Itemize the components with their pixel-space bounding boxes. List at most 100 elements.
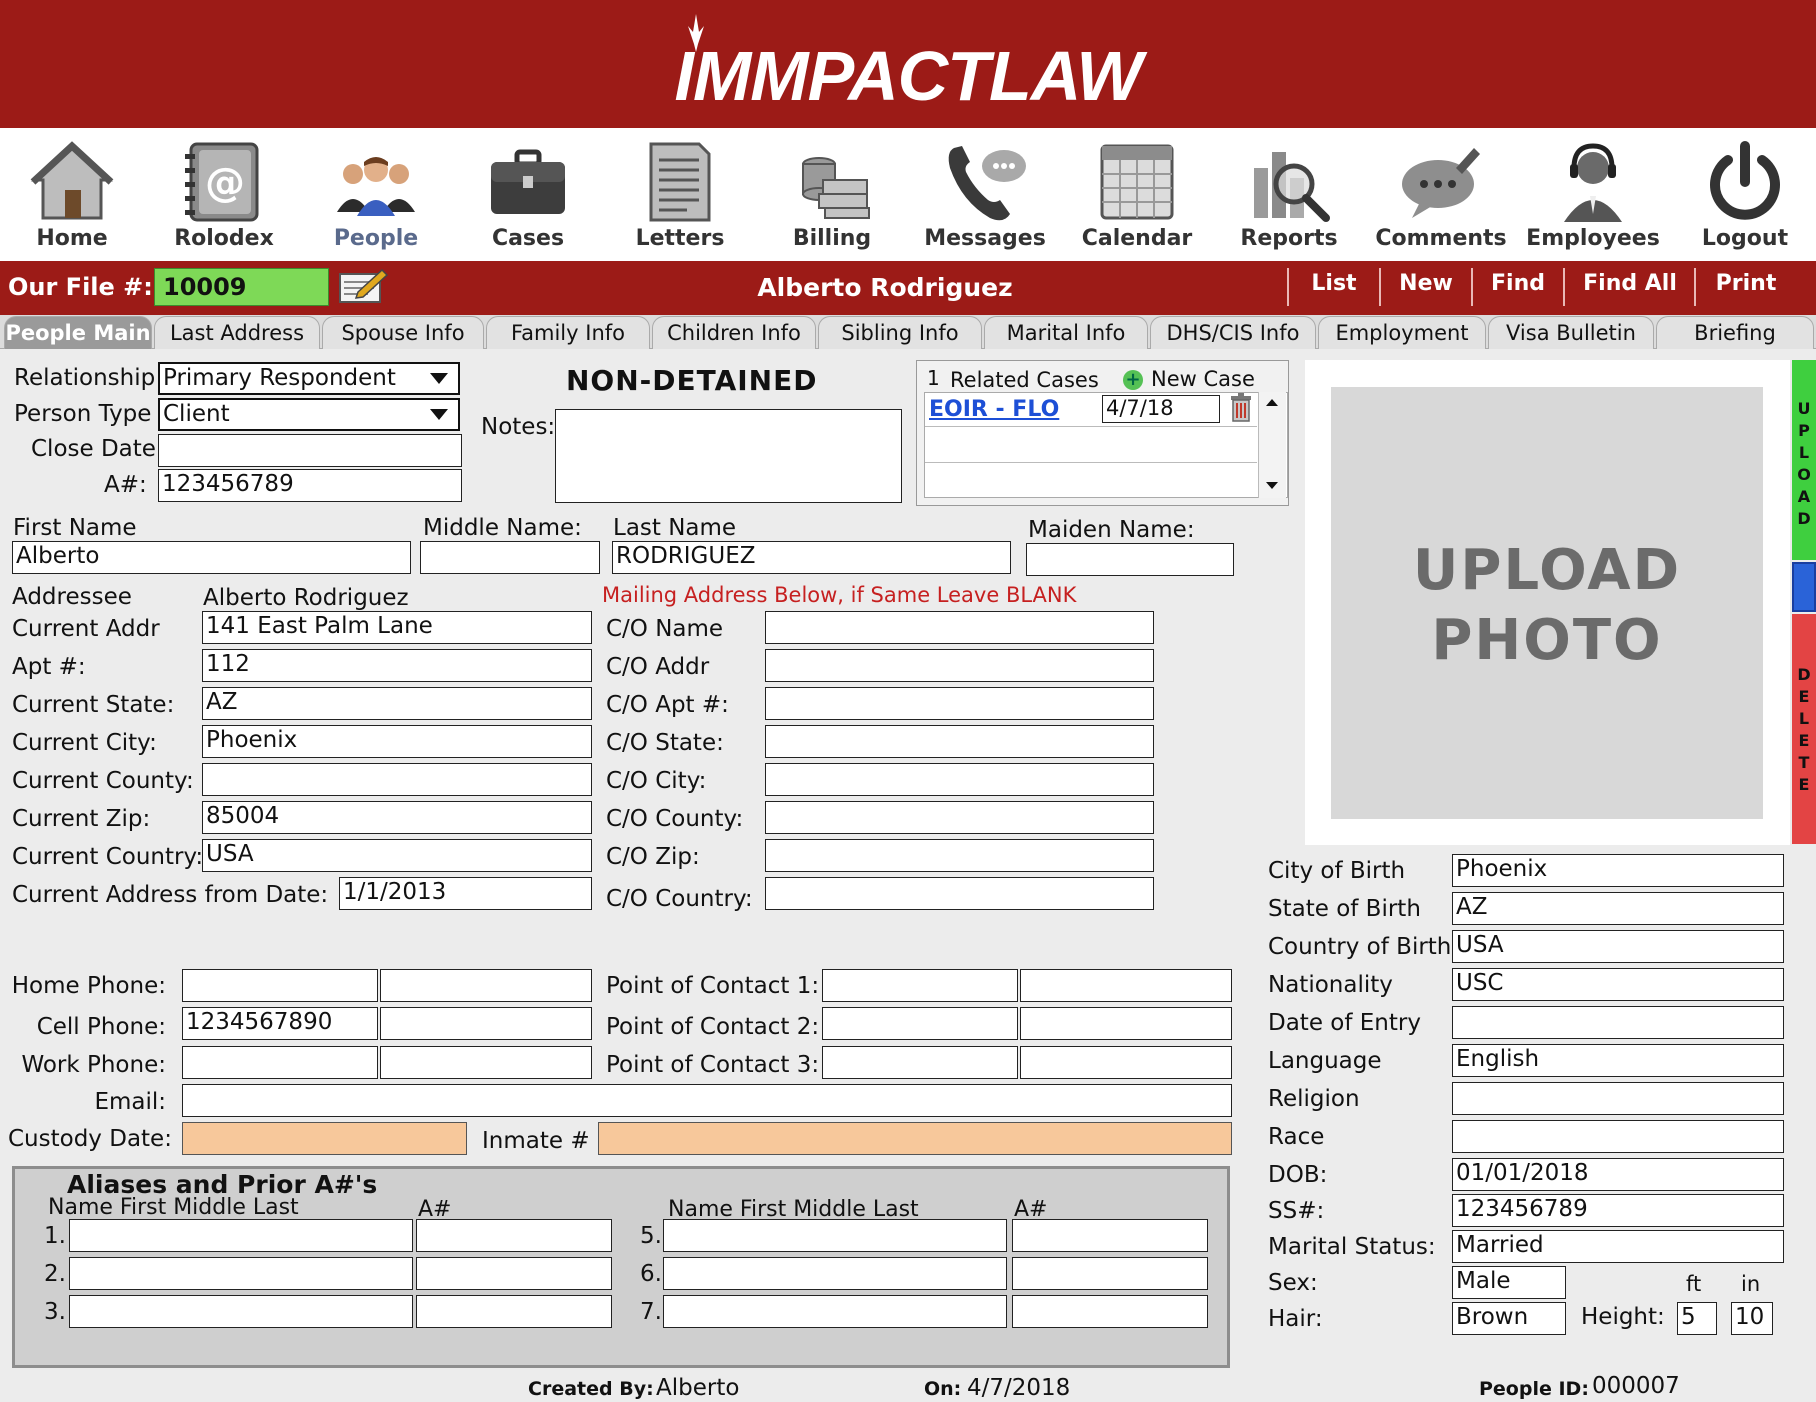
marital-status-field[interactable]: Married	[1452, 1230, 1784, 1263]
poc2-phone-field[interactable]	[1020, 1007, 1232, 1040]
co-addr-field[interactable]	[765, 649, 1154, 682]
co-name-field[interactable]	[765, 611, 1154, 644]
photo-toggle-button[interactable]	[1792, 562, 1816, 612]
current-city-field[interactable]: Phoenix	[202, 725, 592, 758]
alias-name-field[interactable]	[69, 1219, 413, 1252]
print-button[interactable]: Print	[1698, 271, 1794, 296]
alias-name-field[interactable]	[69, 1257, 413, 1290]
current-addr-field[interactable]: 141 East Palm Lane	[202, 611, 592, 644]
last-name-field[interactable]: RODRIGUEZ	[612, 541, 1011, 574]
co-county-field[interactable]	[765, 801, 1154, 834]
tab-employment[interactable]: Employment	[1318, 316, 1486, 349]
cell-phone-ext-field[interactable]	[380, 1007, 592, 1040]
co-apt-field[interactable]	[765, 687, 1154, 720]
alias-name-field[interactable]	[663, 1257, 1007, 1290]
file-number-field[interactable]: 10009	[154, 268, 329, 306]
trash-icon[interactable]	[1230, 392, 1252, 422]
nav-cases[interactable]: Cases	[453, 134, 603, 259]
tab-visa-bulletin[interactable]: Visa Bulletin	[1488, 316, 1654, 349]
poc1-field[interactable]	[822, 969, 1018, 1002]
home-phone-field[interactable]	[182, 969, 378, 1002]
state-of-birth-field[interactable]: AZ	[1452, 892, 1784, 925]
alias-a-field[interactable]	[416, 1257, 612, 1290]
person-type-select[interactable]: Client	[158, 398, 460, 431]
tab-briefing[interactable]: Briefing	[1656, 316, 1814, 349]
tab-family-info[interactable]: Family Info	[486, 316, 650, 349]
date-of-entry-field[interactable]	[1452, 1006, 1784, 1039]
email-field[interactable]	[182, 1084, 1232, 1117]
nav-rolodex[interactable]: @ Rolodex	[149, 134, 299, 259]
hair-field[interactable]: Brown	[1452, 1302, 1566, 1335]
co-city-field[interactable]	[765, 763, 1154, 796]
sex-field[interactable]: Male	[1452, 1266, 1566, 1299]
height-in-field[interactable]: 10	[1731, 1302, 1773, 1335]
nav-home[interactable]: Home	[0, 134, 147, 259]
tab-spouse-info[interactable]: Spouse Info	[322, 316, 484, 349]
nav-comments[interactable]: Comments	[1366, 134, 1516, 259]
religion-field[interactable]	[1452, 1082, 1784, 1115]
ssn-field[interactable]: 123456789	[1452, 1194, 1784, 1227]
current-county-field[interactable]	[202, 763, 592, 796]
inmate-number-field[interactable]	[598, 1122, 1232, 1155]
address-from-date-field[interactable]: 1/1/2013	[339, 877, 592, 910]
new-case-button[interactable]: New Case	[1151, 367, 1255, 391]
find-button[interactable]: Find	[1476, 271, 1560, 296]
language-field[interactable]: English	[1452, 1044, 1784, 1077]
co-state-field[interactable]	[765, 725, 1154, 758]
alias-name-field[interactable]	[663, 1219, 1007, 1252]
nav-people[interactable]: People	[301, 134, 451, 259]
home-phone-ext-field[interactable]	[380, 969, 592, 1002]
poc3-phone-field[interactable]	[1020, 1046, 1232, 1079]
maiden-name-field[interactable]	[1026, 543, 1234, 576]
tab-people-main[interactable]: People Main	[4, 316, 152, 349]
race-field[interactable]	[1452, 1120, 1784, 1153]
nationality-field[interactable]: USC	[1452, 968, 1784, 1001]
poc1-phone-field[interactable]	[1020, 969, 1232, 1002]
tab-marital-info[interactable]: Marital Info	[984, 316, 1148, 349]
nav-billing[interactable]: Billing	[757, 134, 907, 259]
close-date-field[interactable]	[158, 434, 462, 467]
poc2-field[interactable]	[822, 1007, 1018, 1040]
alias-a-field[interactable]	[416, 1295, 612, 1328]
co-country-field[interactable]	[765, 877, 1154, 910]
country-of-birth-field[interactable]: USA	[1452, 930, 1784, 963]
work-phone-field[interactable]	[182, 1046, 378, 1079]
case-link[interactable]: EOIR - FLO	[929, 397, 1059, 422]
current-country-field[interactable]: USA	[202, 839, 592, 872]
current-state-field[interactable]: AZ	[202, 687, 592, 720]
find-all-button[interactable]: Find All	[1566, 271, 1694, 296]
scroll-up-icon[interactable]	[1264, 396, 1280, 408]
relationship-select[interactable]: Primary Respondent	[158, 362, 460, 395]
tab-children-info[interactable]: Children Info	[652, 316, 816, 349]
poc3-field[interactable]	[822, 1046, 1018, 1079]
middle-name-field[interactable]	[420, 541, 600, 574]
nav-employees[interactable]: Employees	[1518, 134, 1668, 259]
co-zip-field[interactable]	[765, 839, 1154, 872]
tab-sibling-info[interactable]: Sibling Info	[818, 316, 982, 349]
height-ft-field[interactable]: 5	[1677, 1302, 1717, 1335]
tab-last-address[interactable]: Last Address	[154, 316, 320, 349]
alias-name-field[interactable]	[663, 1295, 1007, 1328]
tab-dhs-cis-info[interactable]: DHS/CIS Info	[1150, 316, 1316, 349]
new-button[interactable]: New	[1384, 271, 1468, 296]
alias-a-field[interactable]	[1012, 1295, 1208, 1328]
work-phone-ext-field[interactable]	[380, 1046, 592, 1079]
a-number-field[interactable]: 123456789	[158, 469, 462, 502]
nav-messages[interactable]: Messages	[910, 134, 1060, 259]
scroll-down-icon[interactable]	[1264, 480, 1280, 492]
custody-date-field[interactable]	[182, 1122, 467, 1155]
alias-a-field[interactable]	[1012, 1257, 1208, 1290]
alias-a-field[interactable]	[416, 1219, 612, 1252]
list-button[interactable]: List	[1292, 271, 1376, 296]
add-case-icon[interactable]: +	[1123, 370, 1143, 390]
nav-letters[interactable]: Letters	[605, 134, 755, 259]
nav-logout[interactable]: Logout	[1670, 134, 1816, 259]
nav-calendar[interactable]: Calendar	[1062, 134, 1212, 259]
alias-a-field[interactable]	[1012, 1219, 1208, 1252]
case-date-field[interactable]: 4/7/18	[1102, 395, 1220, 423]
apt-field[interactable]: 112	[202, 649, 592, 682]
nav-reports[interactable]: Reports	[1214, 134, 1364, 259]
current-zip-field[interactable]: 85004	[202, 801, 592, 834]
first-name-field[interactable]: Alberto	[12, 541, 411, 574]
edit-notepad-icon[interactable]	[338, 266, 388, 304]
